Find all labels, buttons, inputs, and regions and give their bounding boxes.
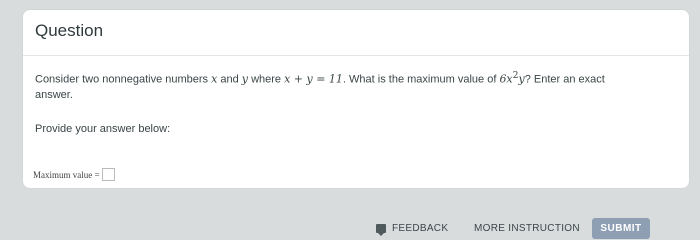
question-text-part: . What is the maximum value of — [342, 73, 500, 86]
more-instruction-button[interactable]: MORE INSTRUCTION — [474, 223, 580, 234]
question-text-part: Consider two nonnegative numbers — [35, 73, 212, 86]
constraint-equation: x + y = 11 — [284, 72, 343, 86]
speech-bubble-icon — [376, 224, 386, 236]
expression-base: 6x — [499, 72, 513, 86]
question-text-part: where — [248, 73, 285, 86]
card-header: Question — [23, 10, 689, 56]
question-card: Question Consider two nonnegative number… — [22, 9, 690, 189]
submit-button[interactable]: SUBMIT — [592, 218, 650, 239]
answer-input[interactable] — [101, 168, 115, 181]
answer-row: Maximum value = — [33, 168, 115, 181]
question-text-part: and — [217, 73, 242, 86]
feedback-label: FEEDBACK — [392, 223, 449, 234]
feedback-button[interactable]: FEEDBACK — [376, 223, 449, 236]
question-text: Consider two nonnegative numbers x and y… — [35, 68, 645, 103]
answer-label: Maximum value = — [33, 169, 100, 180]
card-title: Question — [35, 21, 104, 40]
footer-toolbar: FEEDBACK MORE INSTRUCTION SUBMIT — [0, 214, 700, 240]
answer-prompt: Provide your answer below: — [35, 123, 171, 135]
